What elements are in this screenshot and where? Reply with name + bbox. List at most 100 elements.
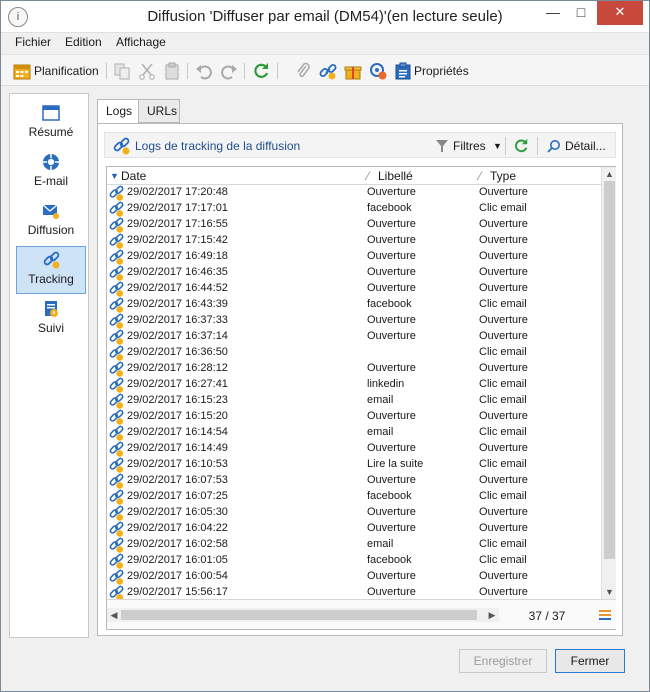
grid-header: ▼ Date ⁄ Libellé ⁄ Type bbox=[107, 167, 601, 185]
tab-urls[interactable]: URLs bbox=[138, 99, 180, 123]
search-icon[interactable] bbox=[547, 139, 561, 153]
paste-icon[interactable] bbox=[163, 62, 181, 80]
table-row[interactable]: 29/02/2017 16:37:33 Ouverture Ouverture bbox=[107, 313, 601, 329]
list-options-icon[interactable] bbox=[599, 610, 611, 620]
menu-edition[interactable]: Edition bbox=[65, 35, 102, 49]
gift-icon[interactable] bbox=[344, 62, 362, 80]
menu-fichier[interactable]: Fichier bbox=[15, 35, 51, 49]
tracking-log-icon bbox=[109, 265, 124, 281]
table-row[interactable]: 29/02/2017 16:44:52 Ouverture Ouverture bbox=[107, 281, 601, 297]
table-row[interactable]: 29/02/2017 15:56:17 Ouverture Ouverture bbox=[107, 585, 601, 599]
tracking-log-icon bbox=[109, 441, 124, 457]
scroll-right-icon[interactable]: ▶ bbox=[485, 608, 499, 622]
table-row[interactable]: 29/02/2017 16:05:30 Ouverture Ouverture bbox=[107, 505, 601, 521]
horizontal-scrollbar[interactable]: ◀ ▶ bbox=[107, 608, 499, 622]
table-row[interactable]: 29/02/2017 16:37:14 Ouverture Ouverture bbox=[107, 329, 601, 345]
close-button[interactable]: Fermer bbox=[555, 649, 625, 673]
table-row[interactable]: 29/02/2017 16:49:18 Ouverture Ouverture bbox=[107, 249, 601, 265]
cell-type: Ouverture bbox=[479, 410, 528, 422]
link-icon[interactable] bbox=[319, 62, 337, 80]
cell-type: Clic email bbox=[479, 378, 527, 390]
column-date[interactable]: Date bbox=[121, 169, 146, 183]
cell-libelle: facebook bbox=[367, 554, 412, 566]
table-row[interactable]: 29/02/2017 16:43:39 facebook Clic email bbox=[107, 297, 601, 313]
table-row[interactable]: 29/02/2017 17:15:42 Ouverture Ouverture bbox=[107, 233, 601, 249]
tracking-log-icon bbox=[109, 473, 124, 489]
table-row[interactable]: 29/02/2017 16:04:22 Ouverture Ouverture bbox=[107, 521, 601, 537]
nav-label: Tracking bbox=[28, 272, 74, 286]
table-row[interactable]: 29/02/2017 16:07:25 facebook Clic email bbox=[107, 489, 601, 505]
attachment-icon[interactable] bbox=[294, 62, 312, 80]
table-row[interactable]: 29/02/2017 17:20:48 Ouverture Ouverture bbox=[107, 185, 601, 201]
vertical-scrollbar[interactable]: ▲ ▼ bbox=[601, 167, 616, 599]
table-row[interactable]: 29/02/2017 16:10:53 Lire la suite Clic e… bbox=[107, 457, 601, 473]
cell-date: 29/02/2017 15:56:17 bbox=[127, 586, 228, 598]
undo-icon[interactable] bbox=[195, 62, 213, 80]
table-row[interactable]: 29/02/2017 16:01:05 facebook Clic email bbox=[107, 553, 601, 569]
scroll-thumb[interactable] bbox=[604, 181, 615, 559]
cell-libelle: facebook bbox=[367, 298, 412, 310]
table-row[interactable]: 29/02/2017 16:14:54 email Clic email bbox=[107, 425, 601, 441]
table-row[interactable]: 29/02/2017 16:15:23 email Clic email bbox=[107, 393, 601, 409]
menu-affichage[interactable]: Affichage bbox=[116, 35, 166, 49]
filter-icon[interactable] bbox=[435, 139, 449, 153]
minimize-button[interactable]: — bbox=[539, 1, 567, 25]
cell-type: Ouverture bbox=[479, 522, 528, 534]
cell-libelle: Ouverture bbox=[367, 330, 416, 342]
tracking-log-icon bbox=[109, 361, 124, 377]
close-window-button[interactable]: ✕ bbox=[597, 1, 643, 25]
copy-icon[interactable] bbox=[113, 62, 131, 80]
close-label: Fermer bbox=[570, 654, 610, 668]
cell-libelle: Ouverture bbox=[367, 314, 416, 326]
table-row[interactable]: 29/02/2017 16:07:53 Ouverture Ouverture bbox=[107, 473, 601, 489]
chevron-down-icon[interactable]: ▼ bbox=[493, 141, 502, 151]
tracking-log-icon bbox=[109, 281, 124, 297]
cell-libelle: facebook bbox=[367, 490, 412, 502]
table-row[interactable]: 29/02/2017 16:46:35 Ouverture Ouverture bbox=[107, 265, 601, 281]
table-row[interactable]: 29/02/2017 16:00:54 Ouverture Ouverture bbox=[107, 569, 601, 585]
scroll-left-icon[interactable]: ◀ bbox=[107, 608, 121, 622]
sort-descending-icon: ▼ bbox=[110, 171, 119, 181]
table-row[interactable]: 29/02/2017 16:02:58 email Clic email bbox=[107, 537, 601, 553]
table-row[interactable]: 29/02/2017 16:27:41 linkedin Clic email bbox=[107, 377, 601, 393]
table-row[interactable]: 29/02/2017 16:14:49 Ouverture Ouverture bbox=[107, 441, 601, 457]
nav-item-diffusion[interactable]: Diffusion bbox=[16, 198, 86, 246]
summary-icon bbox=[42, 105, 60, 121]
properties-icon[interactable] bbox=[394, 62, 412, 80]
cell-libelle: Ouverture bbox=[367, 186, 416, 198]
table-row[interactable]: 29/02/2017 16:36:50 Clic email bbox=[107, 345, 601, 361]
cell-date: 29/02/2017 16:27:41 bbox=[127, 378, 228, 390]
tracking-icon bbox=[113, 137, 130, 155]
column-type[interactable]: Type bbox=[490, 169, 516, 183]
cell-date: 29/02/2017 16:07:25 bbox=[127, 490, 228, 502]
maximize-button[interactable]: □ bbox=[567, 1, 595, 25]
nav-item-email[interactable]: E-mail bbox=[16, 149, 86, 197]
table-row[interactable]: 29/02/2017 17:16:55 Ouverture Ouverture bbox=[107, 217, 601, 233]
record-counter: 37 / 37 bbox=[528, 609, 566, 623]
redo-icon[interactable] bbox=[220, 62, 238, 80]
nav-item-tracking[interactable]: Tracking bbox=[16, 246, 86, 294]
proprietes-button[interactable]: Propriétés bbox=[414, 64, 469, 78]
column-resize-icon: ⁄ bbox=[479, 169, 482, 183]
nav-item-suivi[interactable]: Suivi bbox=[16, 296, 86, 344]
planification-button[interactable]: Planification bbox=[34, 64, 99, 78]
scroll-thumb[interactable] bbox=[121, 610, 477, 620]
scroll-up-icon[interactable]: ▲ bbox=[602, 167, 617, 181]
refresh-icon[interactable] bbox=[252, 62, 270, 80]
scroll-down-icon[interactable]: ▼ bbox=[602, 585, 617, 599]
table-row[interactable]: 29/02/2017 16:28:12 Ouverture Ouverture bbox=[107, 361, 601, 377]
cell-libelle: Ouverture bbox=[367, 410, 416, 422]
save-button[interactable]: Enregistrer bbox=[459, 649, 547, 673]
filters-button[interactable]: Filtres bbox=[453, 139, 486, 153]
tab-logs[interactable]: Logs bbox=[97, 99, 139, 124]
refresh-icon[interactable] bbox=[513, 138, 529, 154]
table-row[interactable]: 29/02/2017 17:17:01 facebook Clic email bbox=[107, 201, 601, 217]
column-libelle[interactable]: Libellé bbox=[378, 169, 413, 183]
calendar-icon[interactable] bbox=[13, 62, 31, 80]
target-icon[interactable] bbox=[369, 62, 387, 80]
cut-icon[interactable] bbox=[138, 62, 156, 80]
nav-label: Diffusion bbox=[27, 223, 75, 237]
table-row[interactable]: 29/02/2017 16:15:20 Ouverture Ouverture bbox=[107, 409, 601, 425]
nav-item-resume[interactable]: Résumé bbox=[16, 100, 86, 148]
detail-button[interactable]: Détail... bbox=[565, 139, 606, 153]
